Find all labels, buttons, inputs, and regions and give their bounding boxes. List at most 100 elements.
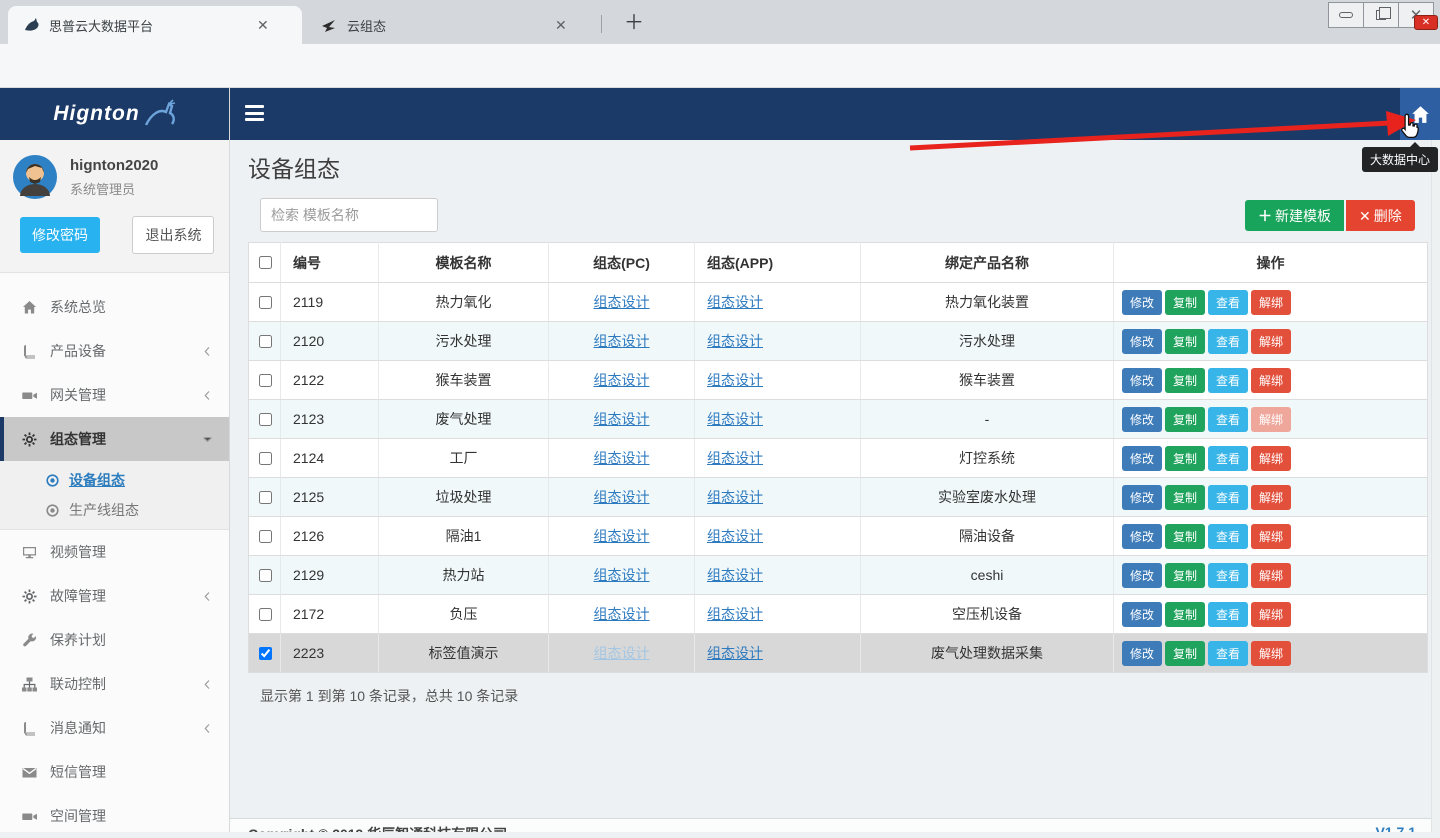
row-checkbox[interactable] bbox=[259, 335, 272, 348]
app-design-link[interactable]: 组态设计 bbox=[707, 528, 763, 544]
tab-close-icon[interactable]: ✕ bbox=[555, 17, 567, 34]
row-checkbox[interactable] bbox=[259, 569, 272, 582]
row-action-view-button[interactable]: 查看 bbox=[1208, 524, 1248, 549]
row-action-view-button[interactable]: 查看 bbox=[1208, 290, 1248, 315]
app-design-link[interactable]: 组态设计 bbox=[707, 411, 763, 427]
row-action-edit-button[interactable]: 修改 bbox=[1122, 563, 1162, 588]
minimize-icon[interactable] bbox=[1328, 2, 1364, 28]
new-tab-icon[interactable]: ＋ bbox=[622, 12, 646, 36]
tab-close-icon[interactable]: ✕ bbox=[257, 17, 269, 34]
row-action-unbind-button[interactable]: 解绑 bbox=[1251, 329, 1291, 354]
app-design-link[interactable]: 组态设计 bbox=[707, 567, 763, 583]
maximize-icon[interactable] bbox=[1363, 2, 1399, 28]
pc-design-link[interactable]: 组态设计 bbox=[594, 567, 650, 583]
row-action-edit-button[interactable]: 修改 bbox=[1122, 446, 1162, 471]
row-action-view-button[interactable]: 查看 bbox=[1208, 485, 1248, 510]
sidebar-item-linkage[interactable]: 联动控制 bbox=[0, 662, 229, 706]
row-checkbox[interactable] bbox=[259, 296, 272, 309]
row-action-unbind-button[interactable]: 解绑 bbox=[1251, 368, 1291, 393]
sidebar-item-overview[interactable]: 系统总览 bbox=[0, 285, 229, 329]
row-action-view-button[interactable]: 查看 bbox=[1208, 641, 1248, 666]
row-checkbox[interactable] bbox=[259, 374, 272, 387]
new-template-button[interactable]: ＋新建模板 bbox=[1245, 200, 1344, 231]
pc-design-link[interactable]: 组态设计 bbox=[594, 372, 650, 388]
browser-tab-1[interactable]: 思普云大数据平台 ✕ bbox=[8, 6, 302, 44]
sidebar-item-maintenance[interactable]: 保养计划 bbox=[0, 618, 229, 662]
row-action-edit-button[interactable]: 修改 bbox=[1122, 524, 1162, 549]
row-action-view-button[interactable]: 查看 bbox=[1208, 446, 1248, 471]
app-design-link[interactable]: 组态设计 bbox=[707, 645, 763, 661]
row-action-copy-button[interactable]: 复制 bbox=[1165, 407, 1205, 432]
pc-design-link[interactable]: 组态设计 bbox=[594, 489, 650, 505]
row-action-edit-button[interactable]: 修改 bbox=[1122, 602, 1162, 627]
row-action-unbind-button[interactable]: 解绑 bbox=[1251, 641, 1291, 666]
app-design-link[interactable]: 组态设计 bbox=[707, 489, 763, 505]
scrollbar[interactable] bbox=[1431, 140, 1440, 832]
sidebar-item-space[interactable]: 空间管理 bbox=[0, 794, 229, 838]
sidebar-subitem-device-config[interactable]: 设备组态 bbox=[0, 465, 229, 495]
row-action-copy-button[interactable]: 复制 bbox=[1165, 485, 1205, 510]
row-action-unbind-button[interactable]: 解绑 bbox=[1251, 290, 1291, 315]
sidebar-item-message[interactable]: 消息通知 bbox=[0, 706, 229, 750]
row-action-unbind-button[interactable]: 解绑 bbox=[1251, 485, 1291, 510]
row-action-copy-button[interactable]: 复制 bbox=[1165, 368, 1205, 393]
row-action-edit-button[interactable]: 修改 bbox=[1122, 641, 1162, 666]
sidebar-item-products[interactable]: 产品设备 bbox=[0, 329, 229, 373]
app-design-link[interactable]: 组态设计 bbox=[707, 333, 763, 349]
row-checkbox[interactable] bbox=[259, 530, 272, 543]
row-action-copy-button[interactable]: 复制 bbox=[1165, 446, 1205, 471]
app-design-link[interactable]: 组态设计 bbox=[707, 606, 763, 622]
bigdata-home-button[interactable] bbox=[1400, 88, 1440, 140]
row-action-copy-button[interactable]: 复制 bbox=[1165, 563, 1205, 588]
row-action-unbind-button[interactable]: 解绑 bbox=[1251, 446, 1291, 471]
app-design-link[interactable]: 组态设计 bbox=[707, 450, 763, 466]
row-action-edit-button[interactable]: 修改 bbox=[1122, 407, 1162, 432]
row-checkbox[interactable] bbox=[259, 452, 272, 465]
app-design-link[interactable]: 组态设计 bbox=[707, 294, 763, 310]
pc-design-link[interactable]: 组态设计 bbox=[594, 411, 650, 427]
change-password-button[interactable]: 修改密码 bbox=[20, 217, 100, 253]
close-icon[interactable]: ✕✕ bbox=[1398, 2, 1434, 28]
row-action-copy-button[interactable]: 复制 bbox=[1165, 290, 1205, 315]
hamburger-icon[interactable] bbox=[245, 105, 264, 125]
row-action-view-button[interactable]: 查看 bbox=[1208, 329, 1248, 354]
row-checkbox[interactable] bbox=[259, 608, 272, 621]
row-checkbox[interactable] bbox=[259, 491, 272, 504]
row-action-copy-button[interactable]: 复制 bbox=[1165, 329, 1205, 354]
sidebar-item-config[interactable]: 组态管理 bbox=[0, 417, 229, 461]
row-action-unbind-button[interactable]: 解绑 bbox=[1251, 407, 1291, 432]
row-action-view-button[interactable]: 查看 bbox=[1208, 602, 1248, 627]
sidebar-item-video[interactable]: 视频管理 bbox=[0, 530, 229, 574]
pc-design-link[interactable]: 组态设计 bbox=[594, 333, 650, 349]
row-action-copy-button[interactable]: 复制 bbox=[1165, 602, 1205, 627]
sidebar-item-sms[interactable]: 短信管理 bbox=[0, 750, 229, 794]
app-design-link[interactable]: 组态设计 bbox=[707, 372, 763, 388]
pc-design-link[interactable]: 组态设计 bbox=[594, 528, 650, 544]
delete-button[interactable]: ✕删除 bbox=[1346, 200, 1415, 231]
row-action-copy-button[interactable]: 复制 bbox=[1165, 641, 1205, 666]
row-checkbox[interactable] bbox=[259, 413, 272, 426]
row-action-edit-button[interactable]: 修改 bbox=[1122, 329, 1162, 354]
row-action-edit-button[interactable]: 修改 bbox=[1122, 368, 1162, 393]
sidebar-item-fault[interactable]: 故障管理 bbox=[0, 574, 229, 618]
row-checkbox[interactable] bbox=[259, 647, 272, 660]
select-all-checkbox[interactable] bbox=[259, 256, 272, 269]
row-action-copy-button[interactable]: 复制 bbox=[1165, 524, 1205, 549]
row-action-view-button[interactable]: 查看 bbox=[1208, 407, 1248, 432]
row-action-view-button[interactable]: 查看 bbox=[1208, 368, 1248, 393]
pc-design-link[interactable]: 组态设计 bbox=[594, 645, 650, 661]
sidebar-subitem-line-config[interactable]: 生产线组态 bbox=[0, 495, 229, 525]
row-action-unbind-button[interactable]: 解绑 bbox=[1251, 524, 1291, 549]
row-action-unbind-button[interactable]: 解绑 bbox=[1251, 563, 1291, 588]
pc-design-link[interactable]: 组态设计 bbox=[594, 450, 650, 466]
browser-tab-2[interactable]: 云组态 ✕ bbox=[306, 6, 598, 44]
sidebar-item-gateway[interactable]: 网关管理 bbox=[0, 373, 229, 417]
pc-design-link[interactable]: 组态设计 bbox=[594, 606, 650, 622]
row-action-edit-button[interactable]: 修改 bbox=[1122, 485, 1162, 510]
pc-design-link[interactable]: 组态设计 bbox=[594, 294, 650, 310]
row-action-edit-button[interactable]: 修改 bbox=[1122, 290, 1162, 315]
row-action-view-button[interactable]: 查看 bbox=[1208, 563, 1248, 588]
logout-button[interactable]: 退出系统 bbox=[132, 216, 214, 254]
row-action-unbind-button[interactable]: 解绑 bbox=[1251, 602, 1291, 627]
search-input[interactable] bbox=[260, 198, 438, 232]
